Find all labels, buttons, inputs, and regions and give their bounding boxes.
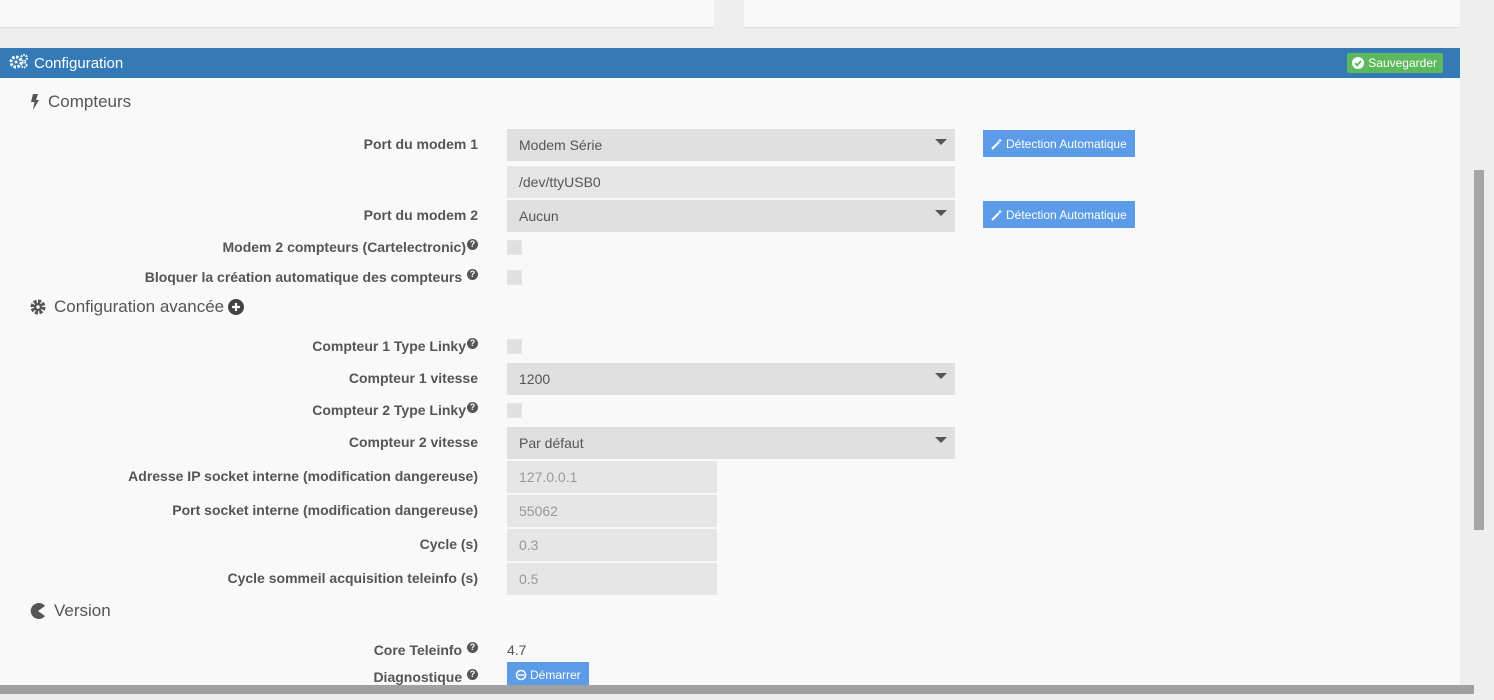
chevron-down-icon bbox=[935, 210, 947, 216]
ip-socket-row: Adresse IP socket interne (modification … bbox=[0, 461, 1460, 493]
modem2-detect-button[interactable]: Détection Automatique bbox=[983, 201, 1135, 228]
modem2-compteurs-checkbox[interactable] bbox=[507, 240, 522, 255]
modem2-select[interactable]: Aucun bbox=[507, 200, 955, 232]
modem1-value: Modem Série bbox=[519, 137, 603, 153]
modem1-detect-label: Détection Automatique bbox=[1006, 136, 1127, 151]
c2-vitesse-value: Par défaut bbox=[519, 435, 584, 451]
cycle-sommeil-input[interactable]: 0.5 bbox=[507, 563, 717, 595]
c1-vitesse-label: Compteur 1 vitesse bbox=[348, 370, 478, 386]
core-value: 4.7 bbox=[507, 642, 527, 658]
question-circle-icon: ? bbox=[467, 402, 478, 413]
c2-vitesse-label: Compteur 2 vitesse bbox=[348, 434, 478, 450]
cycle-value: 0.3 bbox=[519, 537, 539, 553]
question-circle-icon: ? bbox=[467, 338, 478, 349]
c1-linky-label-text: Compteur 1 Type Linky bbox=[312, 338, 466, 354]
c1-linky-checkbox[interactable] bbox=[507, 339, 522, 354]
modem1-path-input[interactable]: /dev/ttyUSB0 bbox=[507, 166, 955, 198]
section-advanced: Configuration avancée bbox=[30, 297, 245, 317]
c1-vitesse-value: 1200 bbox=[519, 371, 551, 387]
panel-title: Configuration bbox=[34, 54, 124, 72]
chevron-down-icon bbox=[935, 373, 947, 379]
configuration-panel: Configuration Sauvegarder Compteurs Port… bbox=[0, 48, 1460, 688]
modem2-detect-label: Détection Automatique bbox=[1006, 207, 1127, 222]
cycle-sommeil-label: Cycle sommeil acquisition teleinfo (s) bbox=[227, 570, 478, 586]
chevron-down-icon bbox=[935, 437, 947, 443]
diag-label: Diagnostique ? bbox=[373, 669, 478, 685]
modem2-label: Port du modem 2 bbox=[363, 207, 478, 223]
top-card-left bbox=[0, 0, 714, 28]
c1-linky-label: Compteur 1 Type Linky? bbox=[312, 338, 478, 354]
refresh-icon bbox=[515, 669, 527, 681]
section-advanced-title: Configuration avancée bbox=[54, 297, 225, 316]
port-socket-row: Port socket interne (modification danger… bbox=[0, 495, 1460, 527]
chevron-down-icon bbox=[935, 139, 947, 145]
vertical-scrollbar[interactable] bbox=[1474, 170, 1484, 530]
bloquer-row: Bloquer la création automatique des comp… bbox=[0, 262, 1460, 292]
port-socket-label: Port socket interne (modification danger… bbox=[172, 502, 478, 518]
modem2-compteurs-label-text: Modem 2 compteurs (Cartelectronic) bbox=[222, 239, 467, 255]
question-circle-icon: ? bbox=[467, 669, 478, 680]
c1-vitesse-select[interactable]: 1200 bbox=[507, 363, 955, 395]
modem1-detect-button[interactable]: Détection Automatique bbox=[983, 130, 1135, 157]
top-card-right bbox=[744, 0, 1460, 28]
pie-chart-icon bbox=[30, 603, 45, 619]
ip-socket-label: Adresse IP socket interne (modification … bbox=[128, 468, 478, 484]
check-circle-icon bbox=[1352, 57, 1365, 69]
modem2-value: Aucun bbox=[519, 208, 559, 224]
bloquer-label-text: Bloquer la création automatique des comp… bbox=[144, 269, 463, 285]
c2-vitesse-row: Compteur 2 vitesse Par défaut bbox=[0, 427, 1460, 459]
bolt-icon bbox=[31, 94, 39, 110]
cycle-label: Cycle (s) bbox=[419, 536, 478, 552]
diag-label-text: Diagnostique bbox=[373, 669, 463, 685]
port-socket-input[interactable]: 55062 bbox=[507, 495, 717, 527]
bloquer-label: Bloquer la création automatique des comp… bbox=[145, 269, 478, 285]
question-circle-icon: ? bbox=[467, 269, 478, 280]
gear-icon bbox=[30, 299, 46, 315]
panel-header: Configuration Sauvegarder bbox=[0, 48, 1460, 78]
core-row: Core Teleinfo ? 4.7 bbox=[0, 635, 1460, 665]
modem2-compteurs-label: Modem 2 compteurs (Cartelectronic)? bbox=[222, 239, 478, 255]
section-version-title: Version bbox=[54, 601, 111, 620]
modem1-select[interactable]: Modem Série bbox=[507, 129, 955, 161]
magic-wand-icon bbox=[991, 137, 1003, 150]
modem2-compteurs-row: Modem 2 compteurs (Cartelectronic)? bbox=[0, 232, 1460, 262]
question-circle-icon: ? bbox=[467, 239, 478, 250]
section-compteurs-title: Compteurs bbox=[48, 92, 132, 111]
modem1-path-value: /dev/ttyUSB0 bbox=[519, 174, 601, 190]
cogs-icon bbox=[9, 53, 29, 74]
c2-linky-label: Compteur 2 Type Linky? bbox=[312, 402, 478, 418]
section-compteurs: Compteurs bbox=[30, 92, 131, 112]
cycle-row: Cycle (s) 0.3 bbox=[0, 529, 1460, 561]
cycle-sommeil-value: 0.5 bbox=[519, 571, 539, 587]
cycle-sommeil-row: Cycle sommeil acquisition teleinfo (s) 0… bbox=[0, 563, 1460, 595]
modem1-path-row: /dev/ttyUSB0 bbox=[0, 166, 1460, 198]
ip-socket-input[interactable]: 127.0.0.1 bbox=[507, 461, 717, 493]
c2-linky-checkbox[interactable] bbox=[507, 403, 522, 418]
ip-socket-value: 127.0.0.1 bbox=[519, 469, 578, 485]
c2-linky-label-text: Compteur 2 Type Linky bbox=[312, 402, 466, 418]
modem2-row: Port du modem 2 Aucun Détection Automati… bbox=[0, 200, 1460, 232]
bloquer-checkbox[interactable] bbox=[507, 270, 522, 285]
save-label: Sauvegarder bbox=[1368, 56, 1437, 70]
cycle-input[interactable]: 0.3 bbox=[507, 529, 717, 561]
diag-start-label: Démarrer bbox=[530, 668, 581, 682]
core-label-text: Core Teleinfo bbox=[373, 642, 463, 658]
port-socket-value: 55062 bbox=[519, 503, 558, 519]
save-button[interactable]: Sauvegarder bbox=[1347, 53, 1443, 73]
magic-wand-icon bbox=[991, 208, 1003, 221]
horizontal-scrollbar[interactable] bbox=[0, 685, 1474, 694]
plus-circle-icon[interactable] bbox=[228, 299, 245, 315]
modem1-label: Port du modem 1 bbox=[363, 136, 478, 152]
c2-vitesse-select[interactable]: Par défaut bbox=[507, 427, 955, 459]
modem1-row: Port du modem 1 Modem Série Détection Au… bbox=[0, 129, 1460, 161]
c1-linky-row: Compteur 1 Type Linky? bbox=[0, 331, 1460, 361]
c2-linky-row: Compteur 2 Type Linky? bbox=[0, 395, 1460, 425]
c1-vitesse-row: Compteur 1 vitesse 1200 bbox=[0, 363, 1460, 395]
question-circle-icon: ? bbox=[467, 642, 478, 653]
section-version: Version bbox=[30, 601, 111, 621]
core-label: Core Teleinfo ? bbox=[374, 642, 478, 658]
